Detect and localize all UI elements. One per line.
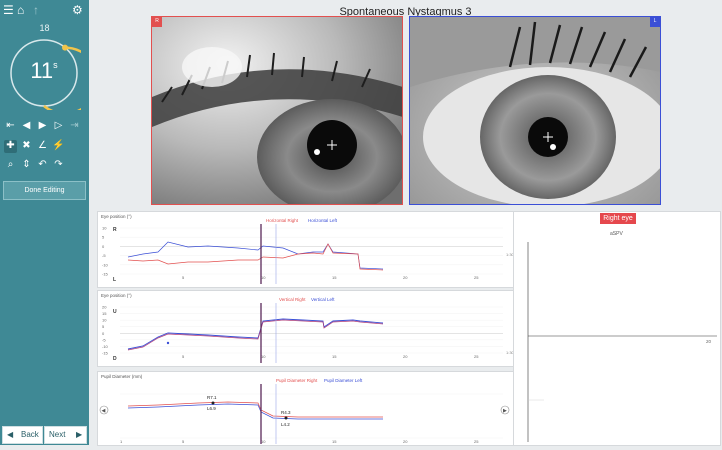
x-tick-label: 10 — [261, 275, 266, 280]
x-tick-label: 20 — [403, 439, 408, 444]
skip-start-icon[interactable]: ⇤ — [4, 120, 17, 133]
x-tick-label: 15 — [332, 439, 337, 444]
y-tick-label: -15 — [102, 351, 109, 356]
x-tick-label: 5 — [182, 275, 185, 280]
vertical-right-trace — [127, 319, 384, 351]
y-tick-label: 10 — [102, 226, 107, 231]
right-eye-image — [152, 17, 402, 204]
pupil-marker-r7 — [211, 401, 215, 405]
zoom-icon[interactable]: ⌕ — [4, 159, 17, 172]
gear-icon[interactable]: ⚙ — [72, 3, 83, 17]
menu-icon[interactable]: ☰ — [3, 3, 14, 17]
next-arrow-icon: ▶ — [76, 430, 83, 439]
y-tick-label: 0 — [102, 331, 105, 336]
y-tick-label: -10 — [102, 262, 109, 267]
y-tick-label: -15 — [102, 272, 109, 277]
next-button[interactable]: Next ▶ — [44, 426, 87, 444]
main-area: Spontaneous Nystagmus 3 R L Eye position… — [89, 0, 722, 446]
step-back-icon[interactable]: ◀ — [20, 120, 33, 133]
trace-point — [166, 341, 170, 345]
y-tick-label: -5 — [102, 337, 106, 342]
right-eye-video[interactable]: R — [151, 16, 403, 205]
left-eye-image — [410, 17, 660, 204]
timer-readout: 11s — [7, 58, 81, 84]
skip-end-icon[interactable]: ⇥ — [68, 120, 81, 133]
nystagmus-tool-icon[interactable]: ⚡ — [52, 140, 65, 153]
x-tick-label: 1 — [120, 439, 123, 444]
pupil-right-trace — [127, 401, 383, 418]
back-arrow-icon: ◀ — [7, 430, 14, 439]
timer-total: 18 — [39, 23, 50, 33]
x-tick-label: 25 — [474, 354, 479, 359]
timer-unit: s — [53, 60, 58, 70]
undo-icon[interactable]: ↶ — [36, 159, 49, 172]
sidebar-toolbar: ☰ ⌂ ↑ ⚙ — [3, 3, 86, 17]
spv-chart[interactable]: 20 — [514, 212, 720, 445]
scroll-right-button[interactable]: ▶ — [500, 405, 510, 415]
scroll-left-icon: ◀ — [102, 408, 106, 414]
scroll-left-button[interactable]: ◀ — [99, 405, 109, 415]
x-tick-label: 25 — [474, 439, 479, 444]
y-tick-label: 15 — [102, 311, 107, 316]
annotation-l6: L6.9 — [207, 406, 216, 411]
x-tick-label: 5 — [182, 439, 185, 444]
spv-subtitle: aSPV — [610, 231, 623, 237]
home-icon[interactable]: ⌂ — [17, 3, 24, 17]
y-letter-r: R — [113, 227, 117, 233]
horizontal-right-trace — [127, 243, 384, 271]
x-tick-label: 5 — [182, 354, 185, 359]
y-tick-label: 20 — [102, 305, 107, 310]
timer-value: 11 — [30, 58, 54, 83]
back-button[interactable]: ◀ Back — [2, 426, 43, 444]
remove-marker-icon[interactable]: ✖ — [20, 140, 33, 153]
x-tick-label: 20 — [403, 354, 408, 359]
pupil-marker-r4 — [284, 416, 288, 420]
y-tick-label: -5 — [102, 253, 106, 258]
left-eye-video[interactable]: L — [409, 16, 661, 205]
x-tick-label: 20 — [403, 275, 408, 280]
spv-x-tick: 20 — [706, 339, 712, 344]
right-eye-badge: R — [152, 17, 162, 27]
x-tick-label: 10 — [261, 439, 266, 444]
x-tick-label: 10 — [261, 354, 266, 359]
step-forward-icon[interactable]: ▷ — [52, 120, 65, 133]
scroll-right-icon: ▶ — [503, 408, 507, 414]
slope-tool-icon[interactable]: ∠ — [36, 140, 49, 153]
redo-icon[interactable]: ↷ — [52, 159, 65, 172]
y-tick-label: 5 — [102, 324, 105, 329]
back-label: Back — [21, 430, 39, 439]
x-tick-label: 25 — [474, 275, 479, 280]
sidebar: ☰ ⌂ ↑ ⚙ 18 11s ⇤ ◀ ▶ ▷ ⇥ ✚ ✖ ∠ ⚡ ⌕ ⇕ ↶ ↷… — [0, 0, 89, 445]
right-eye-button[interactable]: Right eye — [600, 213, 636, 224]
play-icon[interactable]: ▶ — [36, 120, 49, 133]
timer-handle — [62, 44, 69, 51]
done-editing-button[interactable]: Done Editing — [3, 181, 86, 200]
y-tick-label: -10 — [102, 344, 109, 349]
up-arrow-icon[interactable]: ↑ — [33, 3, 39, 17]
x-tick-label: 15 — [332, 275, 337, 280]
spv-panel: 20 — [513, 211, 721, 446]
y-tick-label: 0 — [102, 244, 105, 249]
y-letter-u: U — [113, 309, 117, 315]
y-tick-label: 5 — [102, 235, 105, 240]
vertical-left-trace — [127, 318, 384, 350]
annotation-r4: R4.3 — [281, 410, 291, 415]
annotation-r7: R7.1 — [207, 395, 217, 400]
split-icon[interactable]: ⇕ — [20, 159, 33, 172]
y-tick-label: 10 — [102, 318, 107, 323]
y-letter-d: D — [113, 356, 117, 362]
add-marker-icon[interactable]: ✚ — [4, 140, 17, 153]
left-eye-badge: L — [650, 17, 660, 27]
annotation-l4: L4.2 — [281, 422, 290, 427]
y-letter-l: L — [113, 277, 116, 283]
next-label: Next — [49, 430, 66, 439]
x-tick-label: 15 — [332, 354, 337, 359]
